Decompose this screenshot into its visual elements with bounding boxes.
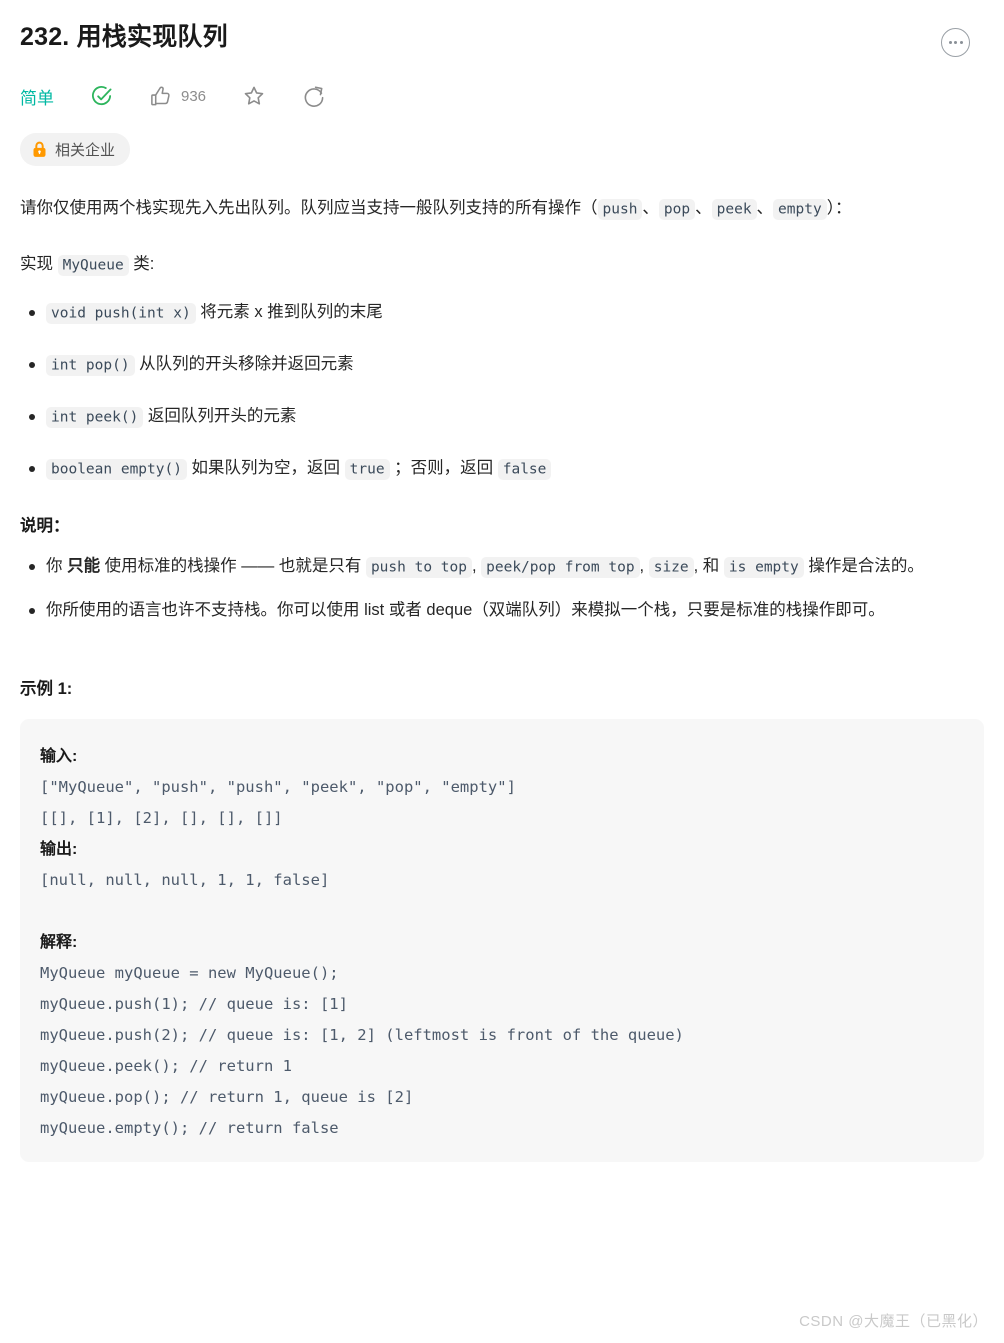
inline-code-peek: peek xyxy=(711,198,757,220)
note-text: 你所使用的语言也许不支持栈。你可以使用 list 或者 deque（双端队列）来… xyxy=(46,601,885,619)
list-item: int peek() 返回队列开头的元素 xyxy=(29,400,984,434)
favorite-button[interactable] xyxy=(242,84,266,108)
notes-heading: 说明： xyxy=(20,517,70,535)
dot xyxy=(954,41,957,44)
page-title: 232. 用栈实现队列 xyxy=(20,23,228,51)
company-tag[interactable]: 相关企业 xyxy=(20,133,131,166)
solved-status xyxy=(90,85,113,108)
note-text: 你 xyxy=(46,557,68,575)
methods-list: void push(int x) 将元素 x 推到队列的末尾 int pop()… xyxy=(20,296,984,486)
star-icon[interactable] xyxy=(242,84,266,108)
method-description-cont: ；否则，返回 xyxy=(389,459,498,477)
implement-text-after: 类: xyxy=(128,255,155,273)
method-description: 返回队列开头的元素 xyxy=(147,407,297,425)
code-line: myQueue.empty(); // return false xyxy=(40,1119,339,1137)
list-item: int pop() 从队列的开头移除并返回元素 xyxy=(29,348,984,382)
lock-icon xyxy=(32,141,47,158)
inline-code-empty-signature: boolean empty() xyxy=(46,458,187,480)
inline-code-empty: empty xyxy=(773,198,827,220)
like-count: 936 xyxy=(181,87,207,105)
inline-code-peek-signature: int peek() xyxy=(46,406,144,428)
code-line: myQueue.push(2); // queue is: [1, 2] (le… xyxy=(40,1026,684,1044)
inline-code-push-signature: void push(int x) xyxy=(46,302,196,324)
inline-code-peek-pop-from-top: peek/pop from top xyxy=(481,556,640,578)
inline-code-true: true xyxy=(344,458,390,480)
example-code-block: 输入: ["MyQueue", "push", "push", "peek", … xyxy=(20,719,984,1162)
thumbs-up-icon[interactable] xyxy=(149,85,172,108)
check-circle-icon xyxy=(90,85,113,108)
method-description: 如果队列为空，返回 xyxy=(191,459,345,477)
code-line: myQueue.pop(); // return 1, queue is [2] xyxy=(40,1088,414,1106)
problem-page: 232. 用栈实现队列 简单 936 相关企业 请你仅使用两个栈实现先入先出队列… xyxy=(0,0,1004,1343)
meta-row: 简单 936 xyxy=(20,81,984,111)
sep: 、 xyxy=(756,199,774,217)
company-tag-label: 相关企业 xyxy=(55,142,116,159)
inline-code-myqueue: MyQueue xyxy=(57,254,129,276)
sep: , 和 xyxy=(693,557,724,575)
list-item: void push(int x) 将元素 x 推到队列的末尾 xyxy=(29,296,984,330)
dot xyxy=(948,41,952,44)
code-line: MyQueue myQueue = new MyQueue(); xyxy=(40,964,339,982)
code-line: ["MyQueue", "push", "push", "peek", "pop… xyxy=(40,778,516,796)
inline-code-pop: pop xyxy=(658,198,696,220)
notes-list: 你 只能 使用标准的栈操作 —— 也就是只有 push to top, peek… xyxy=(20,550,984,627)
description-intro: 请你仅使用两个栈实现先入先出队列。队列应当支持一般队列支持的所有操作（ push、… xyxy=(20,192,984,226)
sep: , xyxy=(639,557,649,575)
list-item: 你 只能 使用标准的栈操作 —— 也就是只有 push to top, peek… xyxy=(29,550,984,584)
title-row: 232. 用栈实现队列 xyxy=(20,18,984,57)
more-horizontal-icon[interactable] xyxy=(941,28,970,57)
input-label: 输入: xyxy=(40,748,78,765)
implement-text-before: 实现 xyxy=(20,255,58,273)
inline-code-push-to-top: push to top xyxy=(365,556,472,578)
intro-text-before: 请你仅使用两个栈实现先入先出队列。队列应当支持一般队列支持的所有操作（ xyxy=(20,199,598,217)
note-text: 操作是合法的。 xyxy=(803,557,924,575)
list-item: boolean empty() 如果队列为空，返回 true ；否则，返回 fa… xyxy=(29,452,984,486)
share-button[interactable] xyxy=(302,84,326,108)
code-line: [null, null, null, 1, 1, false] xyxy=(40,871,330,889)
inline-code-pop-signature: int pop() xyxy=(46,354,135,376)
sep: 、 xyxy=(642,199,659,217)
sep: 、 xyxy=(695,199,712,217)
inline-code-push: push xyxy=(597,198,643,220)
watermark: CSDN @大魔王（已黑化） xyxy=(799,1313,988,1330)
output-label: 输出: xyxy=(40,841,78,858)
inline-code-size: size xyxy=(648,556,694,578)
code-line: myQueue.peek(); // return 1 xyxy=(40,1057,292,1075)
method-description: 从队列的开头移除并返回元素 xyxy=(139,355,354,373)
share-icon[interactable] xyxy=(302,84,326,108)
method-description: 将元素 x 推到队列的末尾 xyxy=(200,303,383,321)
code-line: myQueue.push(1); // queue is: [1] xyxy=(40,995,348,1013)
dot xyxy=(959,41,963,44)
intro-text-after: ）： xyxy=(826,199,852,217)
note-emphasis: 只能 xyxy=(67,557,101,575)
explain-label: 解释: xyxy=(40,934,78,951)
list-item: 你所使用的语言也许不支持栈。你可以使用 list 或者 deque（双端队列）来… xyxy=(29,594,984,627)
inline-code-is-empty: is empty xyxy=(723,556,804,578)
note-text: 使用标准的栈操作 —— 也就是只有 xyxy=(100,557,366,575)
like-button[interactable]: 936 xyxy=(149,85,206,108)
difficulty-badge: 简单 xyxy=(20,88,54,108)
example-heading: 示例 1: xyxy=(20,680,73,698)
inline-code-false: false xyxy=(497,458,552,480)
sep: , xyxy=(471,557,482,575)
description-implement: 实现 MyQueue 类: xyxy=(20,248,984,282)
tag-row: 相关企业 xyxy=(20,133,984,166)
code-line: [[], [1], [2], [], [], []] xyxy=(40,809,283,827)
